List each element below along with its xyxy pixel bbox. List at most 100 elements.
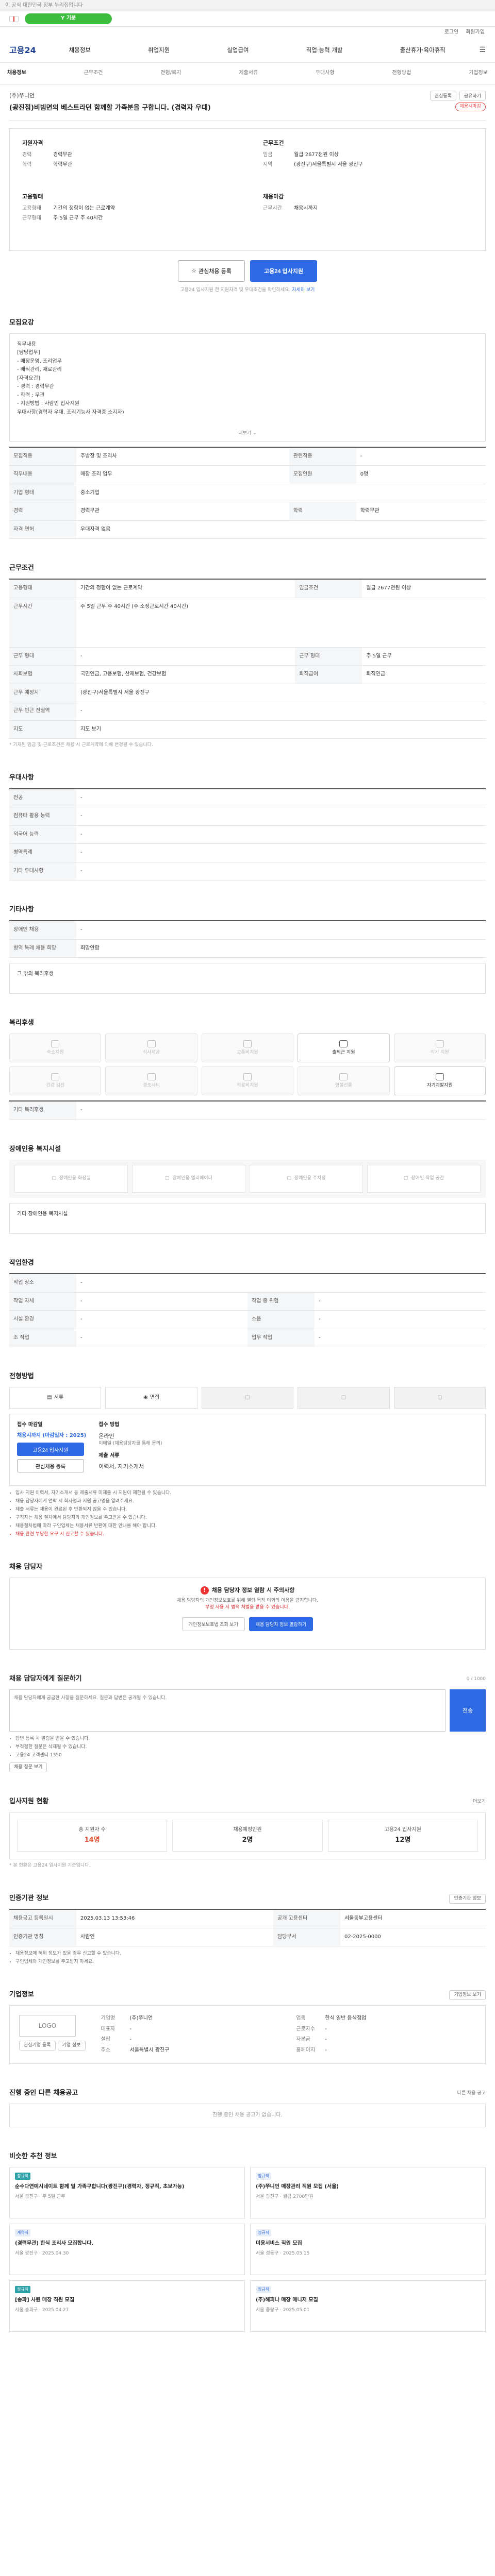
info-value: 서울특별시 광진구	[129, 2047, 170, 2053]
cell-key: 전공	[9, 788, 76, 808]
kv-key: 근무시간	[263, 205, 282, 211]
welfare-item: 의료비지원	[201, 1066, 294, 1096]
rec-card[interactable]: 정규직 [송파] 사원 매장 직원 모집 서울 송파구 · 2025.04.27	[9, 2280, 245, 2332]
welfare-item: 출퇴근 지원	[298, 1033, 390, 1063]
rec-title[interactable]: [송파] 사원 매장 직원 모집	[15, 2297, 239, 2304]
parking-icon: ▢	[287, 1175, 291, 1181]
welfare-item: 경조사비	[105, 1066, 197, 1096]
apply-button-2[interactable]: 고용24 입사지원	[17, 1443, 84, 1456]
rec-card[interactable]: 정규직 미용서비스 직원 모집 서울 성동구 · 2025.05.15	[250, 2224, 486, 2276]
subnav-2[interactable]: 전형/복지	[160, 70, 181, 77]
summary-box: 지원자격 경력 경력무관 학력 학력무관 근무조건 임금 월급 2677천원 이상 지…	[9, 128, 486, 251]
login-link[interactable]: 로그인	[444, 29, 459, 37]
company-info-button[interactable]: 기업 정보	[57, 2041, 86, 2051]
subnav-4[interactable]: 우대사항	[316, 70, 335, 77]
manager-sub-text: 채용 담당자의 개인정보보호를 위해 열람 목적 이외의 이용을 금지합니다.	[176, 1598, 319, 1604]
cond-table: 고용형태 기간의 정함이 없는 근로계약 임금조건 월급 2677천원 이상 근무시간…	[9, 579, 486, 739]
company-name[interactable]: (주)쭈니언	[9, 92, 35, 100]
kv-value: 경력무관	[53, 151, 72, 158]
table-row: 지도 지도 보기	[9, 720, 486, 739]
table-row: 외국어 능력 -	[9, 825, 486, 844]
disab-label: 장애인용 엘리베이터	[172, 1175, 212, 1181]
privacy-law-button[interactable]: 개인정보보호법 조회 보기	[182, 1617, 245, 1632]
job-line: [담당업무]	[17, 350, 40, 356]
share-button[interactable]: 공유하기	[459, 91, 486, 100]
rec-card[interactable]: 정규직 (주)해피나 매장 매니저 모집 서울 중랑구 · 2025.05.01	[250, 2280, 486, 2332]
job-line: - 경력 : 경력무관	[17, 384, 54, 390]
more-button[interactable]: 더보기 ⌄	[10, 430, 485, 437]
subnav-6[interactable]: 기업정보	[469, 70, 488, 77]
nav-leave[interactable]: 출산휴가·육아휴직	[400, 46, 446, 55]
stat-label: 총 지원자 수	[78, 1826, 106, 1833]
pref-table: 전공 - 컴퓨터 활용 능력 - 외국어 능력 - 병역특례 - 기타 우대사항 -	[9, 788, 486, 881]
cell-value: 월급 2677천원 이상	[362, 579, 486, 598]
map-link[interactable]: 지도 보기	[76, 720, 486, 739]
inquiry-input[interactable]	[9, 1689, 446, 1732]
send-button[interactable]: 전송	[450, 1689, 486, 1732]
nav-jobs[interactable]: 채용정보	[69, 46, 91, 55]
subnav-5[interactable]: 전형방법	[392, 70, 411, 77]
info-value: -	[129, 2026, 132, 2032]
company-link-button[interactable]: 기업정보 보기	[449, 1990, 486, 2001]
rec-meta: 서울 중랑구 · 2025.05.01	[256, 2308, 310, 2313]
menu-icon[interactable]: ☰	[479, 45, 486, 55]
rec-title[interactable]: (주)해피나 매장 매니저 모집	[256, 2297, 480, 2304]
info-value: -	[129, 2037, 132, 2043]
cell-value: -	[315, 1292, 486, 1311]
section-reg: 인증기관 정보 인증기관 정보 채용공고 등록일시 2025.03.13 13:5…	[9, 1894, 486, 1965]
gov-pill[interactable]: Y 기분	[25, 13, 112, 24]
logo[interactable]: 고용24	[9, 44, 40, 56]
rec-title[interactable]: (주)쭈니언 매장관리 직원 모집 (서울)	[256, 2183, 480, 2191]
cell-value: 중소기업	[76, 484, 486, 503]
manager-sub-red: 부정 사용 시 법적 처벌을 받을 수 있습니다.	[205, 1605, 290, 1611]
cell-key: 근무시간	[9, 598, 76, 648]
section-inquiry: 채용 담당자에게 질문하기 0 / 1000 전송 답변 등록 시 알림을 받을…	[9, 1674, 486, 1773]
rec-card[interactable]: 정규직 순수다연예시네이트 함께 일 가족구합니다(광진구)(경력자, 정규직, …	[9, 2167, 245, 2219]
workspace-icon: ▢	[403, 1175, 408, 1181]
disab-label: 장애인 작업 공간	[411, 1175, 444, 1181]
cell-key: 근무 형태	[295, 647, 362, 666]
signup-link[interactable]: 회원가입	[466, 29, 485, 37]
bullet-warning: 채용 관련 부당한 요구 시 신고할 수 있습니다.	[15, 1531, 486, 1538]
bullet: 채용정보에 허위 정보가 있을 경우 신고할 수 있습니다.	[15, 1951, 486, 1957]
favorite-button[interactable]: 관심등록	[430, 91, 456, 100]
rec-title[interactable]: 미용서비스 직원 모집	[256, 2240, 480, 2248]
apply-note-link[interactable]: 자세히 보기	[292, 287, 315, 293]
disab-label: 장애인용 화장실	[59, 1175, 91, 1181]
stats-more-link[interactable]: 더보기	[473, 1799, 486, 1805]
save-job-button-2[interactable]: 관심채용 등록	[17, 1459, 84, 1473]
nav-training[interactable]: 직업·능력 개발	[306, 46, 343, 55]
rec-card[interactable]: 계약직 (경력무관) 한식 조리사 모집합니다. 서울 광진구 · 2025.04.…	[9, 2224, 245, 2276]
cell-value: 주 5일 근무	[362, 647, 486, 666]
company-logo-col: LOGO 관심기업 등록 기업 정보	[19, 2015, 86, 2054]
inquiry-more-button[interactable]: 채용 질문 보기	[9, 1762, 47, 1773]
rec-title[interactable]: 순수다연예시네이트 함께 일 가족구합니다(광진구)(경력자, 정규직, 초보가…	[15, 2183, 239, 2191]
table-row: 조 작업 - 업무 작업 -	[9, 1329, 486, 1348]
favorite-company-button[interactable]: 관심기업 등록	[19, 2041, 56, 2051]
subnav-0[interactable]: 채용정보	[7, 70, 26, 77]
reg-link-button[interactable]: 인증기관 정보	[449, 1894, 486, 1904]
other-link[interactable]: 다른 채용 공고	[457, 2090, 486, 2097]
info-value: -	[325, 2026, 327, 2032]
kv-value: 학력무관	[53, 162, 72, 168]
apply-button[interactable]: 고용24 입사지원	[250, 260, 317, 282]
env-table: 작업 장소 - 작업 자세 - 작업 중 위험 - 시설 환경 - 소음 - 조 작업 - 업무 …	[9, 1273, 486, 1348]
rec-card[interactable]: 정규직 (주)쭈니언 매장관리 직원 모집 (서울) 서울 광진구 · 월급 270…	[250, 2167, 486, 2219]
cell-key: 작업 중 위험	[248, 1292, 315, 1311]
subnav-3[interactable]: 제출서류	[239, 70, 258, 77]
welfare-icon	[51, 1073, 60, 1080]
disab-item: ▢ 장애인 작업 공간	[367, 1164, 481, 1193]
section-title: 우대사항	[9, 774, 34, 782]
table-row: 근무 예정지 (광진구)서울특별시 서울 광진구	[9, 684, 486, 703]
step-item: ◉ 면접	[105, 1387, 197, 1409]
disab-item: ▢ 장애인용 주차장	[250, 1164, 363, 1193]
rec-title[interactable]: (경력무관) 한식 조리사 모집합니다.	[15, 2240, 239, 2248]
view-manager-button[interactable]: 채용 담당자 정보 열람하기	[249, 1617, 314, 1632]
kv-value: 채용시까지	[294, 205, 318, 211]
inquiry-header: 채용 담당자에게 질문하기 0 / 1000	[9, 1674, 486, 1684]
nav-benefit[interactable]: 실업급여	[227, 46, 249, 55]
save-job-button[interactable]: ☆ 관심채용 등록	[178, 260, 245, 282]
nav-support[interactable]: 취업지원	[148, 46, 170, 55]
other-header: 진행 중인 다른 채용공고 다른 채용 공고	[9, 2089, 486, 2098]
subnav-1[interactable]: 근무조건	[84, 70, 103, 77]
